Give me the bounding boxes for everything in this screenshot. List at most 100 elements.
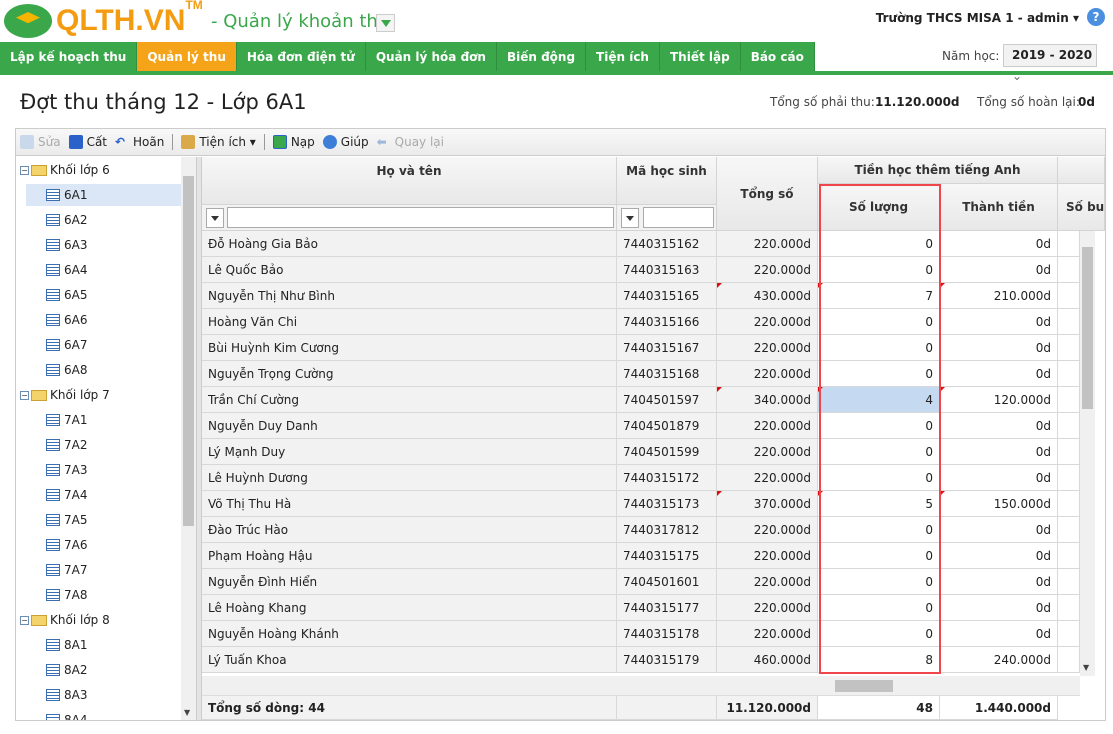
tree-item-class[interactable]: 7A4: [46, 484, 147, 506]
tree-scroll-thumb[interactable]: [183, 176, 194, 526]
column-header-amount[interactable]: Thành tiền: [940, 184, 1058, 231]
tree-group[interactable]: − Khối lớp 7: [20, 384, 110, 406]
nav-item[interactable]: Báo cáo: [740, 42, 815, 72]
collapse-icon[interactable]: −: [20, 165, 29, 175]
table-row[interactable]: Hoàng Văn Chi 7440315166 220.000d 0 0d: [202, 309, 1105, 335]
tree-item-class[interactable]: 7A8: [46, 584, 147, 606]
cell-qty[interactable]: 0: [818, 465, 940, 491]
tree-item-class[interactable]: 8A2: [46, 659, 147, 681]
edit-button[interactable]: Sửa: [20, 135, 61, 149]
tree-item-class[interactable]: 7A6: [46, 534, 147, 556]
nav-item[interactable]: Tiện ích: [586, 42, 660, 72]
tree-label: 7A2: [64, 438, 88, 452]
table-row[interactable]: Bùi Huỳnh Kim Cương 7440315167 220.000d 0 0d: [202, 335, 1105, 361]
tree-item-class[interactable]: 7A2: [46, 434, 147, 456]
cell-qty[interactable]: 0: [818, 231, 940, 257]
table-row[interactable]: Đỗ Hoàng Gia Bảo 7440315162 220.000d 0 0d: [202, 231, 1105, 257]
scroll-down-icon[interactable]: ▼: [184, 708, 190, 717]
table-row[interactable]: Nguyễn Hoàng Khánh 7440315178 220.000d 0 0d: [202, 621, 1105, 647]
table-row[interactable]: Nguyễn Thị Như Bình 7440315165 430.000d 7 21…: [202, 283, 1105, 309]
cell-qty[interactable]: 0: [818, 543, 940, 569]
reload-button[interactable]: Nạp: [272, 135, 315, 149]
fee-grid: Họ và tên Mã học sinh Tổng số Tiền học t…: [202, 157, 1105, 720]
table-row[interactable]: Lê Huỳnh Dương 7440315172 220.000d 0 0d: [202, 465, 1105, 491]
tree-item-class[interactable]: 6A6: [46, 309, 147, 331]
nav-item[interactable]: Hóa đơn điện tử: [236, 42, 366, 72]
collapse-icon[interactable]: −: [20, 390, 29, 400]
table-row[interactable]: Lý Mạnh Duy 7404501599 220.000d 0 0d: [202, 439, 1105, 465]
nav-item[interactable]: Biến động: [496, 42, 587, 72]
tree-item-class[interactable]: 6A2: [46, 209, 147, 231]
column-header-qty[interactable]: Số lượng: [818, 184, 940, 231]
cell-qty[interactable]: 8: [818, 647, 940, 673]
tree-item-class[interactable]: 8A1: [46, 634, 147, 656]
column-header-sessions[interactable]: Số bu: [1058, 184, 1105, 231]
table-row[interactable]: Nguyễn Đình Hiển 7404501601 220.000d 0 0d: [202, 569, 1105, 595]
cell-qty[interactable]: 0: [818, 309, 940, 335]
cell-qty[interactable]: 0: [818, 335, 940, 361]
tree-item-class[interactable]: 6A1: [26, 184, 182, 206]
code-filter-input[interactable]: [643, 207, 714, 228]
cell-qty[interactable]: 4: [818, 387, 940, 413]
undo-button[interactable]: ↶ Hoãn: [115, 135, 164, 149]
cell-qty[interactable]: 0: [818, 569, 940, 595]
table-row[interactable]: Phạm Hoàng Hậu 7440315175 220.000d 0 0d: [202, 543, 1105, 569]
table-row[interactable]: Trần Chí Cường 7404501597 340.000d 4 120.000…: [202, 387, 1105, 413]
back-button[interactable]: ⬅ Quay lại: [377, 135, 444, 149]
collapse-icon[interactable]: −: [20, 615, 29, 625]
class-icon: [46, 514, 60, 526]
cell-qty[interactable]: 0: [818, 517, 940, 543]
nav-item[interactable]: Quản lý hóa đơn: [365, 42, 497, 72]
cell-qty[interactable]: 5: [818, 491, 940, 517]
tree-item-class[interactable]: 6A7: [46, 334, 147, 356]
tree-group[interactable]: − Khối lớp 6: [20, 159, 110, 181]
tree-item-class[interactable]: 8A4: [46, 709, 147, 720]
column-header-name[interactable]: Họ và tên: [202, 157, 617, 205]
scroll-down-icon[interactable]: ▼: [1083, 663, 1089, 672]
module-dropdown-button[interactable]: [376, 14, 395, 32]
tree-item-class[interactable]: 7A1: [46, 409, 147, 431]
left-horizontal-scrollbar[interactable]: [202, 676, 818, 696]
tree-item-class[interactable]: 6A4: [46, 259, 147, 281]
code-filter-operator[interactable]: [621, 208, 639, 228]
cell-qty[interactable]: 0: [818, 595, 940, 621]
tree-item-class[interactable]: 6A3: [46, 234, 147, 256]
nav-item[interactable]: Quản lý thu: [137, 42, 237, 72]
cell-qty[interactable]: 0: [818, 413, 940, 439]
cell-qty[interactable]: 7: [818, 283, 940, 309]
help-icon[interactable]: ?: [1087, 8, 1105, 26]
tree-label: 6A5: [64, 288, 88, 302]
table-row[interactable]: Lý Tuấn Khoa 7440315179 460.000d 8 240.000d: [202, 647, 1105, 673]
table-row[interactable]: Lê Hoàng Khang 7440315177 220.000d 0 0d: [202, 595, 1105, 621]
tree-item-class[interactable]: 8A3: [46, 684, 147, 706]
table-row[interactable]: Đào Trúc Hào 7440317812 220.000d 0 0d: [202, 517, 1105, 543]
name-filter-operator[interactable]: [206, 208, 224, 228]
column-header-code[interactable]: Mã học sinh: [617, 157, 717, 205]
nav-item[interactable]: Thiết lập: [659, 42, 741, 72]
cell-qty[interactable]: 0: [818, 257, 940, 283]
nav-item[interactable]: Lập kế hoạch thu: [0, 42, 138, 72]
column-header-total[interactable]: Tổng số: [717, 157, 818, 231]
tree-item-class[interactable]: 7A7: [46, 559, 147, 581]
user-menu[interactable]: Trường THCS MISA 1 - admin ▾: [876, 11, 1079, 25]
horizontal-scroll-thumb[interactable]: [835, 680, 893, 692]
table-row[interactable]: Võ Thị Thu Hà 7440315173 370.000d 5 150.000d: [202, 491, 1105, 517]
save-button[interactable]: Cất: [68, 135, 107, 149]
tree-item-class[interactable]: 7A5: [46, 509, 147, 531]
cell-qty[interactable]: 0: [818, 439, 940, 465]
table-row[interactable]: Nguyễn Duy Danh 7404501879 220.000d 0 0d: [202, 413, 1105, 439]
cell-amount: 0d: [940, 543, 1058, 569]
grid-vertical-thumb[interactable]: [1082, 247, 1093, 409]
tree-group[interactable]: − Khối lớp 8: [20, 609, 110, 631]
year-select[interactable]: 2019 - 2020 ⌄: [1003, 44, 1097, 83]
utilities-button[interactable]: Tiện ích ▾: [181, 135, 256, 149]
table-row[interactable]: Nguyễn Trọng Cường 7440315168 220.000d 0 0d: [202, 361, 1105, 387]
help-button[interactable]: Giúp: [322, 135, 369, 149]
tree-item-class[interactable]: 6A5: [46, 284, 147, 306]
name-filter-input[interactable]: [227, 207, 614, 228]
tree-item-class[interactable]: 6A8: [46, 359, 147, 381]
cell-qty[interactable]: 0: [818, 361, 940, 387]
table-row[interactable]: Lê Quốc Bảo 7440315163 220.000d 0 0d: [202, 257, 1105, 283]
tree-item-class[interactable]: 7A3: [46, 459, 147, 481]
cell-qty[interactable]: 0: [818, 621, 940, 647]
